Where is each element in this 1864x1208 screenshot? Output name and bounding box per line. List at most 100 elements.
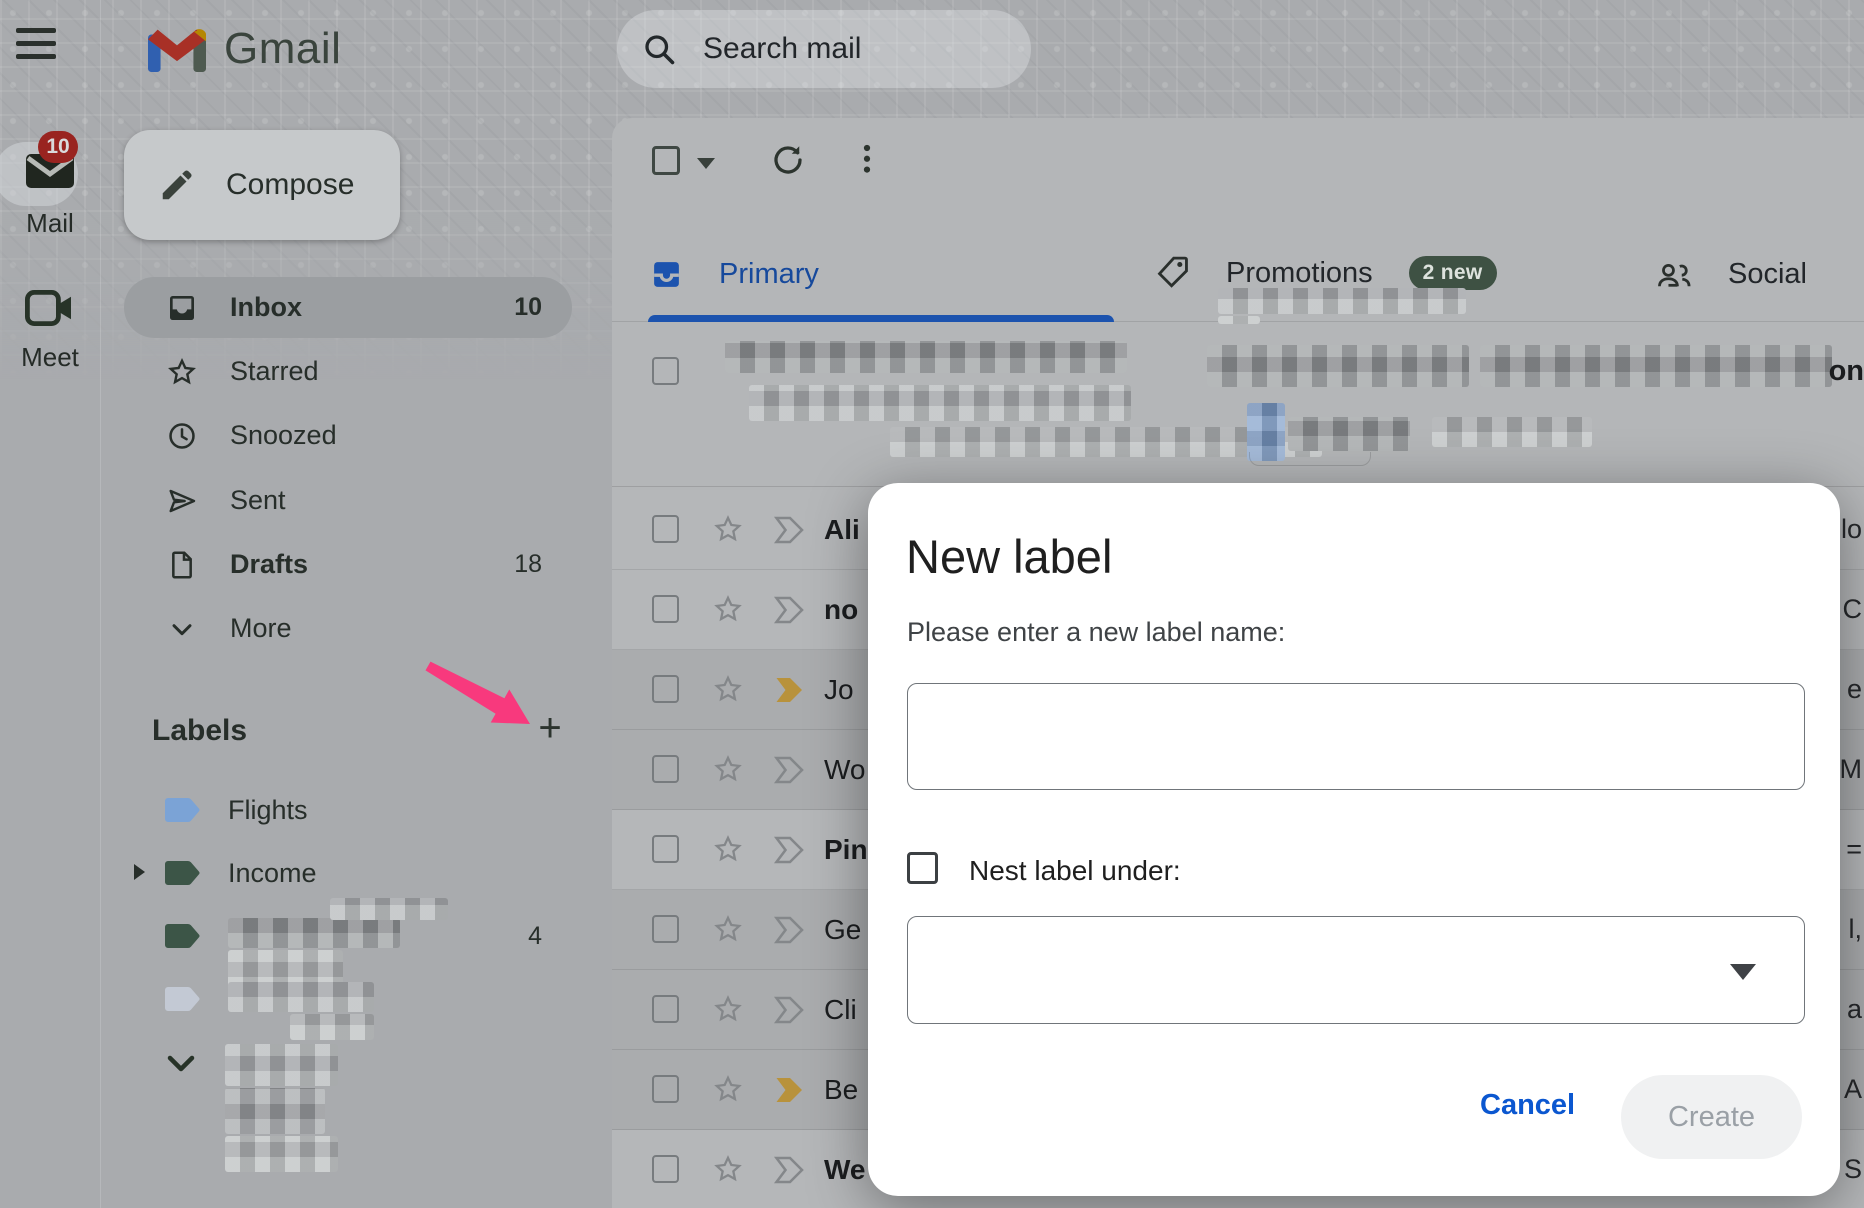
importance-marker-icon[interactable]	[772, 595, 808, 625]
row-sender: Ge	[824, 914, 861, 946]
row-fragment: lo	[1841, 514, 1862, 545]
redacted-block	[290, 1014, 374, 1040]
redacted-preview	[1218, 316, 1260, 324]
row-checkbox[interactable]	[652, 1155, 679, 1183]
row-fragment: A	[1844, 1074, 1862, 1105]
row-fragment: =	[1846, 834, 1862, 865]
email-row-expanded[interactable]: on	[612, 333, 1864, 487]
row-checkbox[interactable]	[652, 1075, 679, 1103]
inbox-tabs: Primary Promotions 2 new	[612, 232, 1864, 322]
importance-marker-icon[interactable]	[772, 515, 808, 545]
sidebar-item-inbox[interactable]: Inbox 10	[124, 277, 572, 338]
row-fragment: l,	[1849, 914, 1863, 945]
select-caret-icon[interactable]	[697, 158, 715, 169]
tab-social[interactable]: Social	[1598, 232, 1864, 322]
primary-tab-icon	[650, 258, 683, 291]
star-icon[interactable]	[712, 913, 744, 945]
search-bar[interactable]	[617, 10, 1031, 88]
gmail-m-icon	[148, 26, 206, 72]
star-icon[interactable]	[712, 673, 744, 705]
compose-button[interactable]: Compose	[124, 130, 400, 240]
row-checkbox[interactable]	[652, 995, 679, 1023]
rail-item-mail[interactable]: Mail	[0, 150, 100, 239]
label-chip-icon	[164, 923, 200, 950]
star-icon[interactable]	[712, 753, 744, 785]
redacted-label-name	[228, 918, 400, 948]
importance-marker-icon[interactable]	[772, 915, 808, 945]
redacted-subject	[1480, 345, 1832, 387]
pencil-icon	[158, 166, 196, 204]
rail-item-meet[interactable]: Meet	[0, 290, 100, 373]
redacted-text	[749, 385, 1131, 421]
chevron-down-icon	[166, 613, 198, 645]
row-fragment: on	[1829, 355, 1864, 388]
draft-icon	[166, 549, 198, 581]
row-checkbox[interactable]	[652, 515, 679, 543]
cancel-button[interactable]: Cancel	[1480, 1089, 1575, 1122]
dialog-title: New label	[906, 529, 1112, 584]
star-icon[interactable]	[712, 1073, 744, 1105]
more-labels-chevron-icon[interactable]	[166, 1052, 196, 1076]
row-checkbox[interactable]	[652, 915, 679, 943]
label-chip-icon	[164, 797, 200, 824]
more-vert-icon[interactable]	[852, 142, 882, 178]
labels-title: Labels	[152, 714, 247, 748]
row-fragment: e	[1847, 674, 1862, 705]
redacted-block	[225, 1044, 338, 1086]
row-checkbox[interactable]	[652, 755, 679, 783]
sidebar-item-starred[interactable]: Starred	[124, 341, 572, 402]
row-fragment: M	[1840, 754, 1863, 785]
tab-primary[interactable]: Primary	[630, 232, 1114, 322]
parent-label-dropdown[interactable]	[907, 916, 1805, 1024]
nest-label-checkbox[interactable]	[907, 852, 938, 884]
importance-marker-icon[interactable]	[772, 1155, 808, 1185]
label-name-input[interactable]	[907, 683, 1805, 790]
star-icon[interactable]	[712, 993, 744, 1025]
labels-header: Labels	[152, 714, 572, 748]
sidebar-label-flights[interactable]: Flights	[124, 779, 572, 842]
gmail-logo[interactable]: Gmail	[148, 24, 341, 74]
promotions-tag-icon	[1156, 254, 1190, 292]
row-checkbox[interactable]	[652, 357, 679, 385]
sidebar-item-sent[interactable]: Sent	[124, 470, 572, 531]
sidebar-label-income[interactable]: Income	[124, 842, 572, 905]
hamburger-menu-icon[interactable]	[16, 28, 60, 66]
create-button[interactable]: Create	[1621, 1075, 1802, 1159]
row-sender: no	[824, 594, 858, 626]
sidebar-item-more[interactable]: More	[124, 598, 572, 659]
tab-promotions[interactable]: Promotions 2 new	[1114, 232, 1598, 322]
row-checkbox[interactable]	[652, 835, 679, 863]
importance-marker-icon[interactable]	[772, 755, 808, 785]
redacted-sender	[725, 341, 1127, 373]
dropdown-caret-icon	[1730, 964, 1756, 980]
row-checkbox[interactable]	[652, 595, 679, 623]
star-icon[interactable]	[712, 593, 744, 625]
search-input[interactable]	[703, 32, 1003, 66]
tab-active-underline	[648, 315, 1114, 322]
sidebar-item-drafts[interactable]: Drafts 18	[124, 534, 572, 595]
redacted-text	[1432, 417, 1592, 447]
label-chip-icon	[164, 860, 200, 887]
redacted-block	[225, 1136, 338, 1172]
redacted-subject	[1207, 345, 1469, 387]
redacted-block	[330, 898, 448, 920]
label-name-prompt: Please enter a new label name:	[907, 617, 1285, 648]
nest-label-text: Nest label under:	[969, 855, 1181, 887]
clock-icon	[166, 420, 198, 452]
add-label-button[interactable]: +	[528, 706, 572, 750]
importance-marker-icon[interactable]	[772, 995, 808, 1025]
row-sender: Cli	[824, 994, 857, 1026]
compose-label: Compose	[226, 168, 354, 202]
importance-marker-gold-icon[interactable]	[772, 675, 808, 705]
star-icon[interactable]	[712, 513, 744, 545]
select-all-checkbox[interactable]	[652, 146, 680, 175]
star-icon[interactable]	[712, 833, 744, 865]
refresh-icon[interactable]	[770, 142, 806, 178]
sidebar-item-snoozed[interactable]: Snoozed	[124, 405, 572, 466]
importance-marker-gold-icon[interactable]	[772, 1075, 808, 1105]
importance-marker-icon[interactable]	[772, 835, 808, 865]
star-icon[interactable]	[712, 1153, 744, 1185]
expand-arrow-icon[interactable]	[134, 864, 145, 880]
row-checkbox[interactable]	[652, 675, 679, 703]
promotions-new-badge: 2 new	[1409, 256, 1497, 290]
